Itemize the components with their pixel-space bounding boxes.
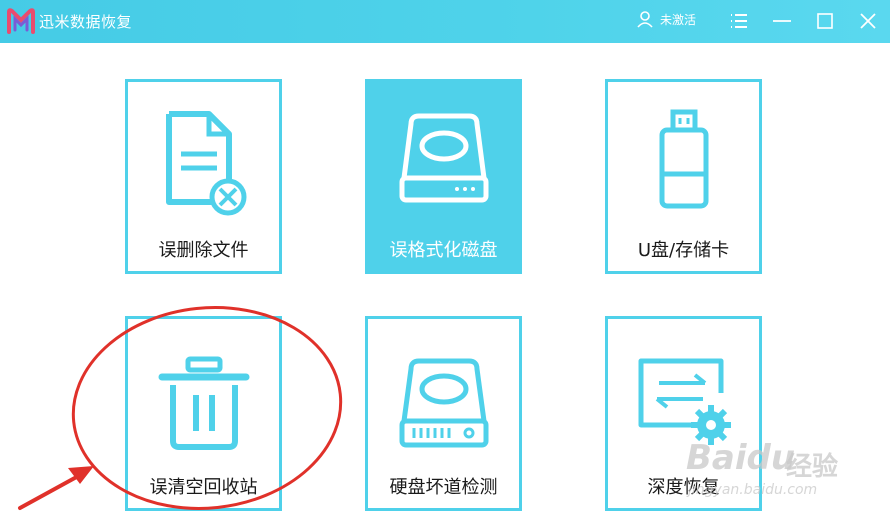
title-bar: 迅米数据恢复 未激活 <box>0 0 890 43</box>
close-icon[interactable] <box>857 10 879 32</box>
card-usb-storage[interactable]: U盘/存储卡 <box>605 79 762 274</box>
card-recycle-bin[interactable]: 误清空回收站 <box>125 316 282 511</box>
user-icon <box>637 11 653 28</box>
annotation-arrow-head <box>68 466 94 484</box>
card-label: 误清空回收站 <box>149 477 258 498</box>
user-account[interactable]: 未激活 <box>636 10 696 28</box>
annotation-arrow <box>18 472 84 510</box>
app-logo-icon <box>7 8 35 34</box>
card-label: 深度恢复 <box>647 477 720 498</box>
app-title: 迅米数据恢复 <box>39 13 133 31</box>
card-label: 误删除文件 <box>158 240 249 261</box>
user-status-label: 未激活 <box>660 12 697 27</box>
card-formatted-disk[interactable]: 误格式化磁盘 <box>365 79 522 274</box>
card-label: 误格式化磁盘 <box>389 240 498 261</box>
card-label: U盘/存储卡 <box>637 240 730 261</box>
usb-drive-icon <box>659 109 708 209</box>
menu-icon[interactable] <box>728 10 750 32</box>
formatted-disk-icon <box>399 113 488 203</box>
card-label: 硬盘坏道检测 <box>389 477 498 498</box>
deleted-file-icon <box>165 111 246 216</box>
minimize-icon[interactable] <box>771 10 793 32</box>
card-deleted-files[interactable]: 误删除文件 <box>125 79 282 274</box>
hard-disk-icon <box>399 358 488 448</box>
deep-recovery-icon <box>638 358 731 445</box>
card-deep-recovery[interactable]: 深度恢复 <box>605 316 762 511</box>
watermark-brand-cn: 经验 <box>786 452 839 482</box>
card-disk-check[interactable]: 硬盘坏道检测 <box>365 316 522 511</box>
recycle-bin-icon <box>158 356 249 450</box>
maximize-icon[interactable] <box>814 10 836 32</box>
